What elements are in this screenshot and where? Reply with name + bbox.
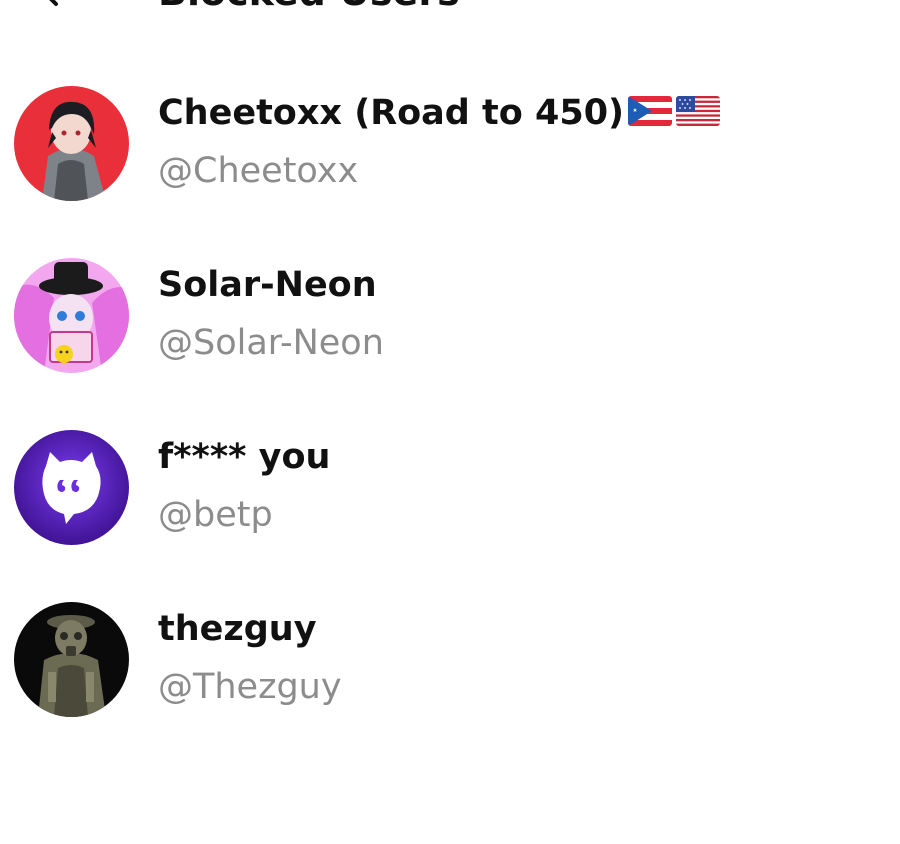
united-states-flag-icon <box>676 96 721 126</box>
user-handle: @betp <box>158 495 273 535</box>
avatar[interactable] <box>14 602 129 717</box>
avatar[interactable] <box>14 86 129 201</box>
blocked-user-row[interactable]: Cheetoxx (Road to 450) @Cheetoxx <box>0 86 900 258</box>
avatar[interactable] <box>14 430 129 545</box>
user-display-name: Cheetoxx (Road to 450) <box>158 92 721 134</box>
flag-group <box>628 96 721 126</box>
user-handle: @Thezguy <box>158 667 342 707</box>
chevron-left-icon <box>49 0 58 6</box>
blocked-user-row[interactable]: f**** you @betp <box>0 430 900 602</box>
page-title: Blocked Users <box>158 0 460 12</box>
user-handle: @Solar-Neon <box>158 323 384 363</box>
user-display-name: Solar-Neon <box>158 265 377 305</box>
user-display-name: f**** you <box>158 437 331 477</box>
blocked-user-row[interactable]: thezguy @Thezguy <box>0 602 900 774</box>
puerto-rico-flag-icon <box>628 96 673 126</box>
avatar[interactable] <box>14 258 129 373</box>
user-handle: @Cheetoxx <box>158 151 359 191</box>
blocked-users-list: Cheetoxx (Road to 450) @Cheetoxx Solar-N… <box>0 86 900 774</box>
blocked-user-row[interactable]: Solar-Neon @Solar-Neon <box>0 258 900 430</box>
user-display-name: thezguy <box>158 609 317 649</box>
back-button[interactable] <box>30 0 70 14</box>
top-bar: Blocked Users <box>0 0 900 14</box>
